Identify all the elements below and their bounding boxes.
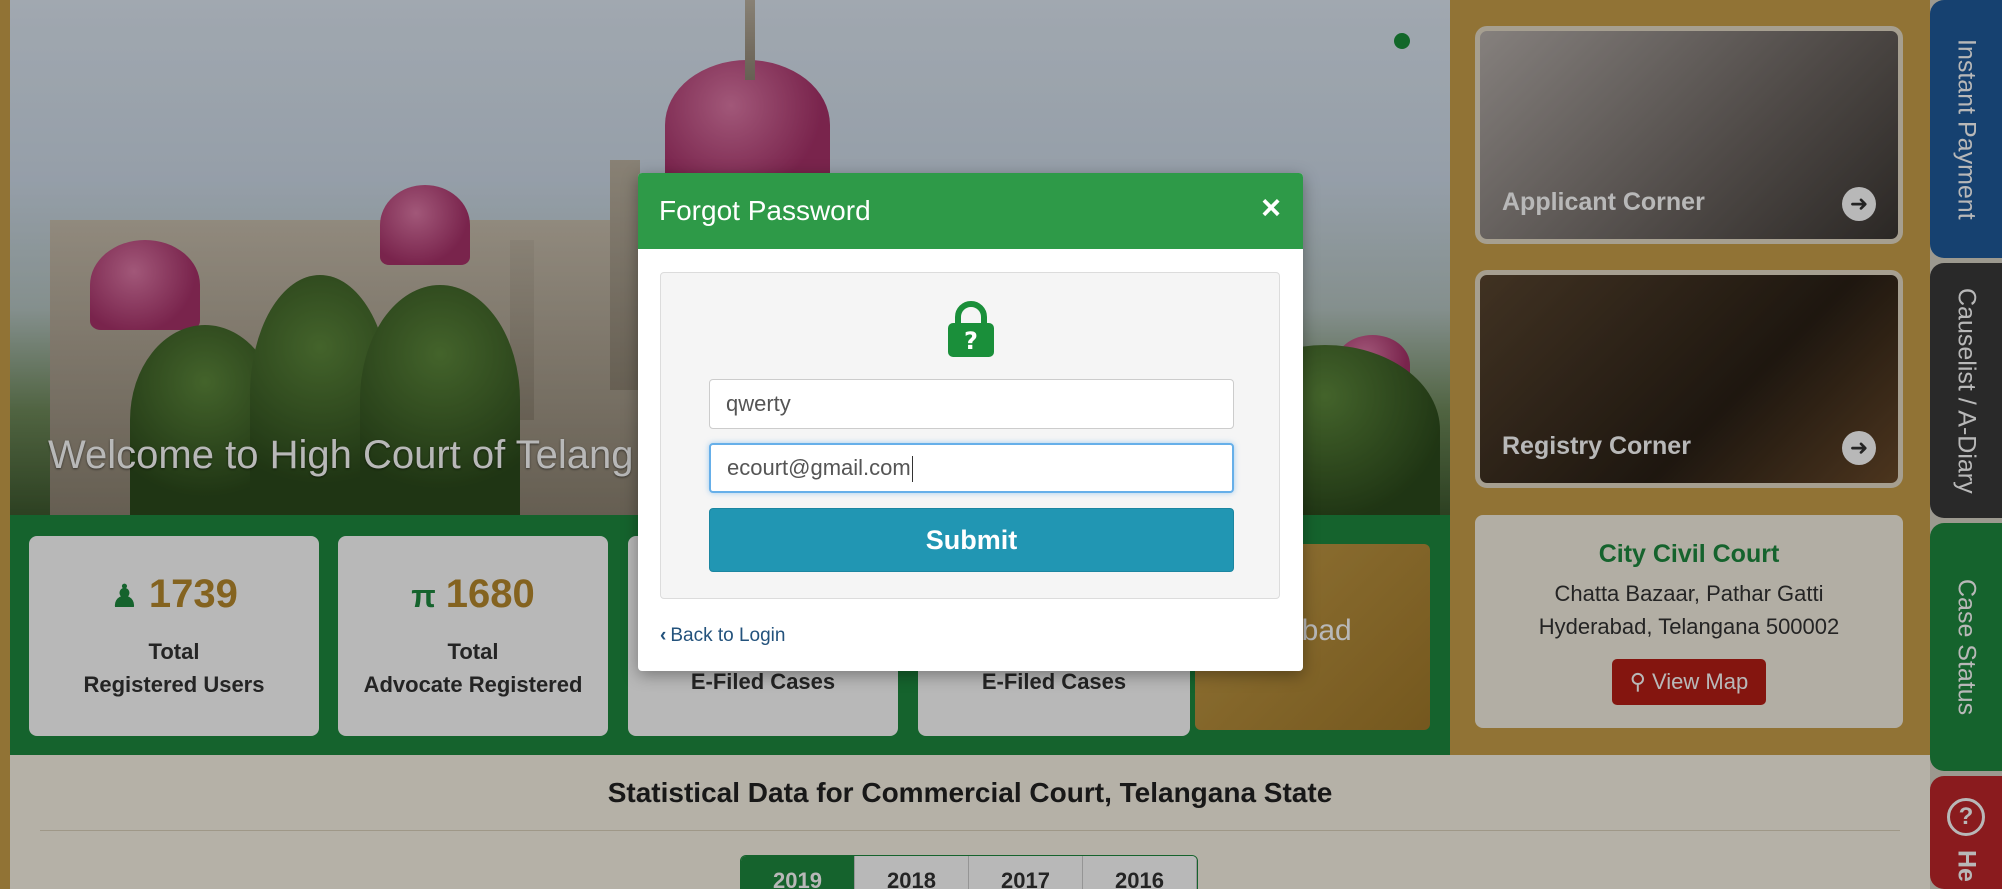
close-icon[interactable]: × [1261, 191, 1281, 225]
text-cursor [911, 456, 913, 483]
svg-text:?: ? [964, 327, 978, 355]
forgot-password-modal: Forgot Password × ? qwerty ecourt@gmail.… [638, 173, 1303, 671]
username-field[interactable]: qwerty [709, 379, 1234, 429]
back-to-login-link[interactable]: ‹ Back to Login [660, 625, 785, 647]
username-value: qwerty [726, 391, 791, 416]
chevron-left-icon: ‹ [660, 625, 667, 646]
submit-button[interactable]: Submit [709, 508, 1234, 572]
form-panel: ? qwerty ecourt@gmail.com Submit [660, 272, 1280, 599]
email-value: ecourt@gmail.com [727, 455, 911, 480]
back-to-login-label: Back to Login [670, 625, 786, 646]
lock-question-icon: ? [948, 301, 994, 357]
modal-title: Forgot Password [659, 195, 871, 226]
email-field[interactable]: ecourt@gmail.com [709, 443, 1234, 493]
modal-header: Forgot Password × [638, 173, 1303, 249]
